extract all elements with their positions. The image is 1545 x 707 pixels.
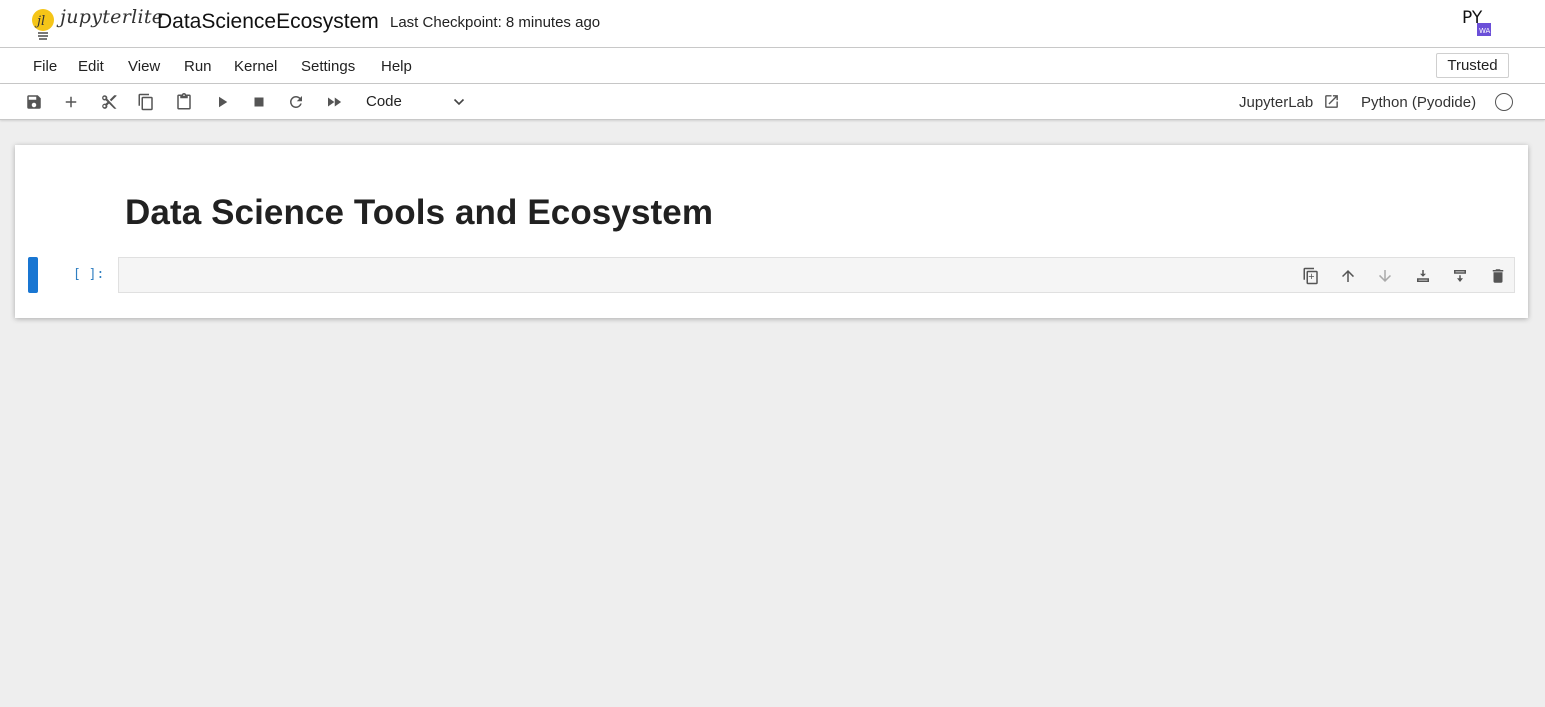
save-button[interactable] xyxy=(24,92,44,112)
chevron-down-icon xyxy=(453,98,465,106)
kernel-status-circle-icon xyxy=(1495,93,1513,111)
insert-cell-above-button[interactable] xyxy=(1413,266,1433,286)
notebook-toolbar: Code JupyterLab Python (Pyodide) xyxy=(0,84,1545,120)
menu-file[interactable]: File xyxy=(33,58,57,75)
menu-kernel[interactable]: Kernel xyxy=(234,58,277,75)
run-icon xyxy=(219,96,228,108)
duplicate-icon xyxy=(1303,267,1318,285)
kernel-name[interactable]: Python (Pyodide) xyxy=(1361,94,1476,111)
interrupt-button[interactable] xyxy=(249,92,269,112)
last-checkpoint: Last Checkpoint: 8 minutes ago xyxy=(390,14,601,31)
delete-icon xyxy=(1492,269,1504,283)
run-all-button[interactable] xyxy=(324,92,344,112)
move-up-icon xyxy=(1342,270,1354,282)
notebook-panel: Data Science Tools and Ecosystem [ ]: xyxy=(15,145,1528,318)
open-jupyterlab-link[interactable]: JupyterLab xyxy=(1239,94,1313,111)
menu-help[interactable]: Help xyxy=(381,58,412,75)
cell-type-value: Code xyxy=(366,93,402,110)
move-down-icon xyxy=(1379,270,1391,282)
trusted-indicator[interactable]: Trusted xyxy=(1436,53,1509,78)
external-link-icon[interactable] xyxy=(1323,93,1340,110)
notebook-title[interactable]: DataScienceEcosystem xyxy=(157,10,379,34)
move-cell-down-button[interactable] xyxy=(1375,266,1395,286)
cut-button[interactable] xyxy=(99,92,119,112)
copy-button[interactable] xyxy=(136,92,156,112)
save-icon xyxy=(27,95,41,109)
code-cell-input[interactable] xyxy=(118,257,1515,293)
menu-bar: File Edit View Run Kernel Settings Help … xyxy=(0,48,1545,84)
menu-settings[interactable]: Settings xyxy=(301,58,355,75)
copy-icon xyxy=(138,93,153,111)
move-cell-up-button[interactable] xyxy=(1338,266,1358,286)
paste-icon xyxy=(177,93,191,110)
cut-icon xyxy=(102,95,117,109)
delete-cell-button[interactable] xyxy=(1488,266,1508,286)
duplicate-cell-button[interactable] xyxy=(1301,266,1321,286)
menu-run[interactable]: Run xyxy=(184,58,212,75)
paste-button[interactable] xyxy=(174,92,194,112)
svg-text:WA: WA xyxy=(1479,27,1491,35)
insert-cell-below-button[interactable] xyxy=(1450,266,1470,286)
insert-above-icon xyxy=(1417,270,1429,282)
logo-text: jupyterlite xyxy=(60,6,164,28)
menu-edit[interactable]: Edit xyxy=(78,58,104,75)
run-button[interactable] xyxy=(212,92,232,112)
markdown-heading[interactable]: Data Science Tools and Ecosystem xyxy=(125,193,713,233)
insert-below-icon xyxy=(1454,270,1466,282)
cell-type-select[interactable]: Code xyxy=(361,90,469,114)
menu-view[interactable]: View xyxy=(128,58,160,75)
top-header: jl jupyterlite DataScienceEcosystem Last… xyxy=(0,0,1545,48)
pyodide-logo-icon: PY WA xyxy=(1462,8,1491,36)
code-cell-prompt: [ ]: xyxy=(73,267,105,282)
restart-icon xyxy=(289,95,302,108)
add-icon xyxy=(65,96,77,108)
stop-icon xyxy=(254,97,264,107)
active-cell-indicator xyxy=(28,257,38,293)
insert-cell-button[interactable] xyxy=(61,92,81,112)
restart-button[interactable] xyxy=(286,92,306,112)
fast-forward-icon xyxy=(328,97,342,107)
